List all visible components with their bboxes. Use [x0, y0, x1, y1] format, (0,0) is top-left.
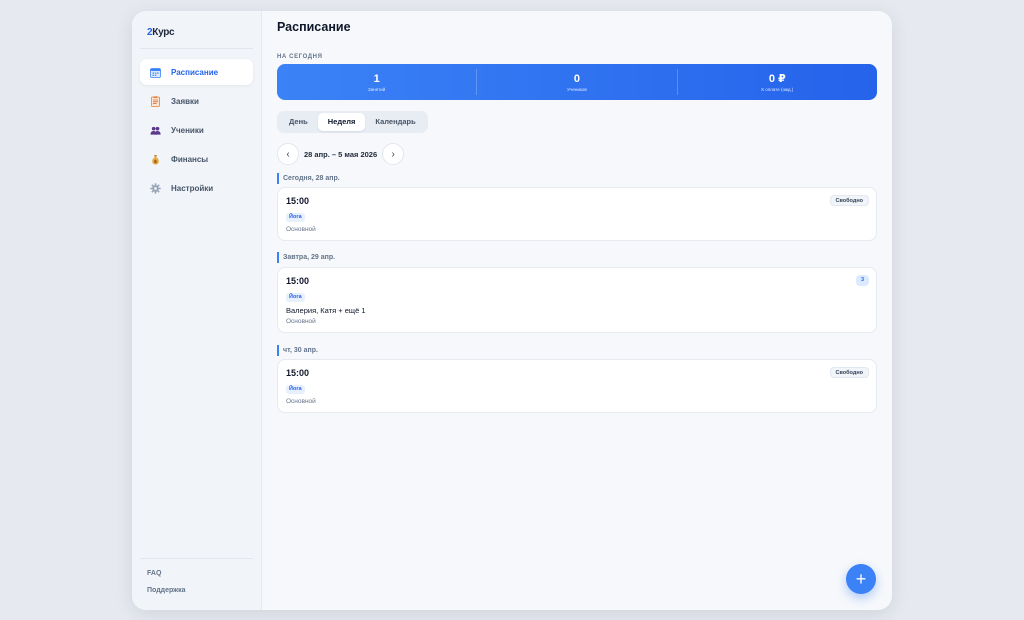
- group-label: Основной: [286, 318, 316, 325]
- day-header: Сегодня, 28 апр.: [277, 173, 340, 184]
- lesson-card[interactable]: 15:00 3 Йога Валерия, Катя + ещё 1 Основ…: [277, 267, 877, 333]
- group-label: Основной: [286, 398, 316, 405]
- svg-text:$: $: [154, 158, 157, 164]
- logo-part-2: Курс: [152, 27, 175, 38]
- plus-icon: +: [855, 569, 867, 589]
- subject-tag: Йога: [286, 385, 305, 394]
- chevron-right-icon: ›: [391, 148, 395, 160]
- sidebar-item-settings[interactable]: Настройки: [140, 175, 253, 201]
- stat-value: 0: [573, 72, 581, 85]
- sidebar-item-finance[interactable]: $ Финансы: [140, 146, 253, 172]
- sidebar-item-label: Ученики: [171, 125, 204, 135]
- lesson-card[interactable]: 15:00 Свободно Йога Основной: [277, 359, 877, 413]
- sidebar-item-label: Настройки: [171, 183, 214, 193]
- tab-calendar[interactable]: Календарь: [365, 113, 425, 131]
- stat-label: Занятий: [368, 86, 386, 92]
- clipboard-icon: [150, 95, 161, 107]
- chevron-left-icon: ‹: [286, 148, 290, 160]
- today-section-label: НА СЕГОДНЯ: [277, 54, 323, 60]
- sidebar-item-requests[interactable]: Заявки: [140, 88, 253, 114]
- stat-label: К оплате (ожд.): [761, 86, 794, 92]
- page-title: Расписание: [277, 20, 351, 34]
- app-window: 2Курс Расписание Заявки Ученики $ Финанс…: [132, 11, 892, 610]
- faq-link[interactable]: FAQ: [147, 570, 161, 577]
- tab-week[interactable]: Неделя: [317, 113, 366, 131]
- sidebar-item-label: Финансы: [171, 154, 209, 164]
- day-header: Завтра, 29 апр.: [277, 252, 335, 263]
- users-icon: [150, 125, 161, 136]
- money-bag-icon: $: [150, 154, 161, 165]
- stat-students: 0 Учеников: [477, 69, 678, 95]
- lesson-card[interactable]: 15:00 Свободно Йога Основной: [277, 187, 877, 241]
- sidebar-item-schedule[interactable]: Расписание: [140, 59, 253, 85]
- day-header: чт, 30 апр.: [277, 345, 318, 356]
- lesson-time: 15:00: [286, 196, 310, 206]
- stat-value: 1: [373, 72, 380, 85]
- sidebar-item-label: Заявки: [171, 96, 199, 106]
- view-tabs: День Неделя Календарь: [277, 111, 428, 133]
- stat-value: 0 ₽: [768, 72, 786, 85]
- tab-day[interactable]: День: [279, 113, 318, 131]
- lesson-time: 15:00: [286, 276, 310, 286]
- week-range-label: 28 апр. – 5 мая 2026: [304, 149, 378, 159]
- sidebar-footer-divider: [140, 558, 253, 559]
- students-list: Валерия, Катя + ещё 1: [286, 306, 366, 315]
- stat-label: Учеников: [567, 86, 587, 92]
- add-lesson-button[interactable]: +: [846, 564, 876, 594]
- availability-badge: Свободно: [829, 367, 869, 378]
- sidebar-nav: Расписание Заявки Ученики $ Финансы Наст…: [140, 59, 253, 204]
- support-link[interactable]: Поддержка: [147, 587, 186, 594]
- main-content: Расписание НА СЕГОДНЯ 1 Занятий 0 Ученик…: [262, 11, 892, 610]
- subject-tag: Йога: [286, 213, 305, 222]
- logo[interactable]: 2Курс: [147, 27, 175, 38]
- availability-badge: Свободно: [829, 195, 869, 206]
- sidebar-item-label: Расписание: [171, 67, 219, 77]
- sidebar-divider: [140, 48, 253, 49]
- sidebar: 2Курс Расписание Заявки Ученики $ Финанс…: [132, 11, 262, 610]
- gear-icon: [150, 182, 161, 194]
- calendar-icon: [150, 67, 161, 78]
- stat-payment: 0 ₽ К оплате (ожд.): [678, 69, 877, 95]
- next-week-button[interactable]: ›: [382, 143, 405, 165]
- stat-lessons: 1 Занятий: [277, 69, 478, 95]
- prev-week-button[interactable]: ‹: [277, 143, 299, 165]
- today-stats-banner: 1 Занятий 0 Учеников 0 ₽ К оплате (ожд.): [277, 64, 877, 100]
- week-navigator: ‹ 28 апр. – 5 мая 2026 ›: [277, 143, 405, 165]
- lesson-time: 15:00: [286, 368, 310, 378]
- students-count-badge: 3: [855, 275, 869, 286]
- subject-tag: Йога: [286, 293, 305, 302]
- group-label: Основной: [286, 226, 316, 233]
- sidebar-item-students[interactable]: Ученики: [140, 117, 253, 143]
